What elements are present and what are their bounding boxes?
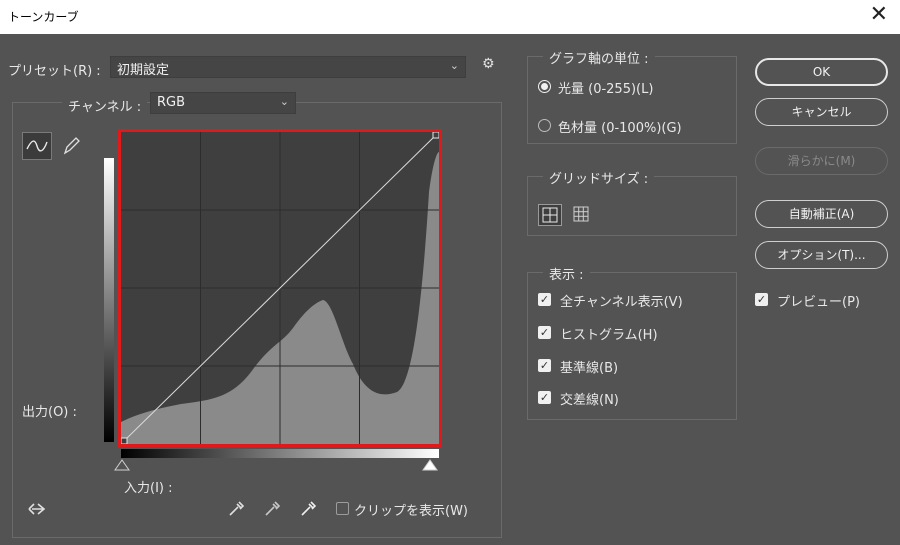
chevron-down-icon: ⌄: [449, 59, 459, 72]
grid-10-icon: [573, 206, 589, 222]
close-icon[interactable]: ✕: [870, 2, 888, 27]
options-button[interactable]: オプション(T)...: [755, 241, 888, 269]
preset-label: プリセット(R) :: [8, 64, 101, 79]
preview-label: プレビュー(P): [777, 295, 860, 310]
dialog-body: プリセット(R) : 初期設定 ⌄ ⚙ チャンネル : RGB ⌄ 出力(O) …: [0, 34, 900, 545]
preview-checkbox[interactable]: ✓: [755, 293, 768, 306]
graph-units-title: グラフ軸の単位 :: [543, 48, 655, 67]
input-gradient-bar: [121, 449, 439, 458]
intersection-line-checkbox[interactable]: ✓: [538, 391, 551, 404]
window-title: トーンカーブ: [8, 10, 79, 24]
intersection-line-label: 交差線(N): [560, 393, 619, 408]
show-clipping-label: クリップを表示(W): [354, 504, 468, 519]
chevron-down-icon: ⌄: [279, 95, 289, 108]
histogram-label: ヒストグラム(H): [560, 328, 658, 343]
curve-point-tool[interactable]: [22, 132, 52, 160]
eyedropper-white-icon[interactable]: [298, 498, 318, 518]
white-point-slider-icon[interactable]: [422, 459, 438, 471]
pigment-radio[interactable]: [538, 119, 551, 132]
pigment-radio-label: 色材量 (0-100%)(G): [558, 121, 682, 136]
eyedropper-black-icon[interactable]: [226, 498, 246, 518]
ok-button[interactable]: OK: [755, 58, 888, 86]
preset-value: 初期設定: [117, 63, 170, 78]
histogram-checkbox[interactable]: ✓: [538, 326, 551, 339]
grid-simple-button[interactable]: [538, 204, 562, 226]
show-all-channels-label: 全チャンネル表示(V): [560, 295, 683, 310]
grid-detailed-button[interactable]: [570, 204, 594, 226]
window-titlebar: トーンカーブ ✕: [0, 0, 900, 34]
baseline-label: 基準線(B): [560, 361, 619, 376]
grid-4-icon: [542, 207, 558, 223]
input-label: 入力(I) :: [124, 481, 173, 496]
cancel-button[interactable]: キャンセル: [755, 98, 888, 126]
output-label: 出力(O) :: [22, 405, 77, 420]
grid-size-title: グリッドサイズ :: [543, 168, 655, 187]
curve-svg[interactable]: [120, 131, 440, 445]
preset-dropdown[interactable]: 初期設定 ⌄: [110, 56, 466, 78]
auto-button[interactable]: 自動補正(A): [755, 200, 888, 228]
light-radio[interactable]: [538, 80, 551, 93]
display-title: 表示 :: [543, 264, 590, 283]
curve-icon: [26, 140, 48, 152]
light-radio-label: 光量 (0-255)(L): [558, 82, 654, 97]
show-clipping-checkbox[interactable]: [336, 502, 349, 515]
curve-graph[interactable]: [118, 129, 442, 447]
channel-value: RGB: [157, 95, 186, 110]
pencil-icon[interactable]: [60, 134, 82, 158]
smooth-button[interactable]: 滑らかに(M): [755, 147, 888, 175]
baseline-checkbox[interactable]: ✓: [538, 359, 551, 372]
black-point-slider-icon[interactable]: [114, 459, 130, 471]
target-adjust-hand-icon[interactable]: [26, 500, 48, 518]
channel-dropdown[interactable]: RGB ⌄: [150, 92, 296, 114]
channel-label: チャンネル :: [62, 96, 148, 115]
show-all-channels-checkbox[interactable]: ✓: [538, 293, 551, 306]
eyedropper-gray-icon[interactable]: [262, 498, 282, 518]
gear-icon[interactable]: ⚙: [482, 56, 495, 72]
output-gradient-bar: [104, 158, 114, 442]
